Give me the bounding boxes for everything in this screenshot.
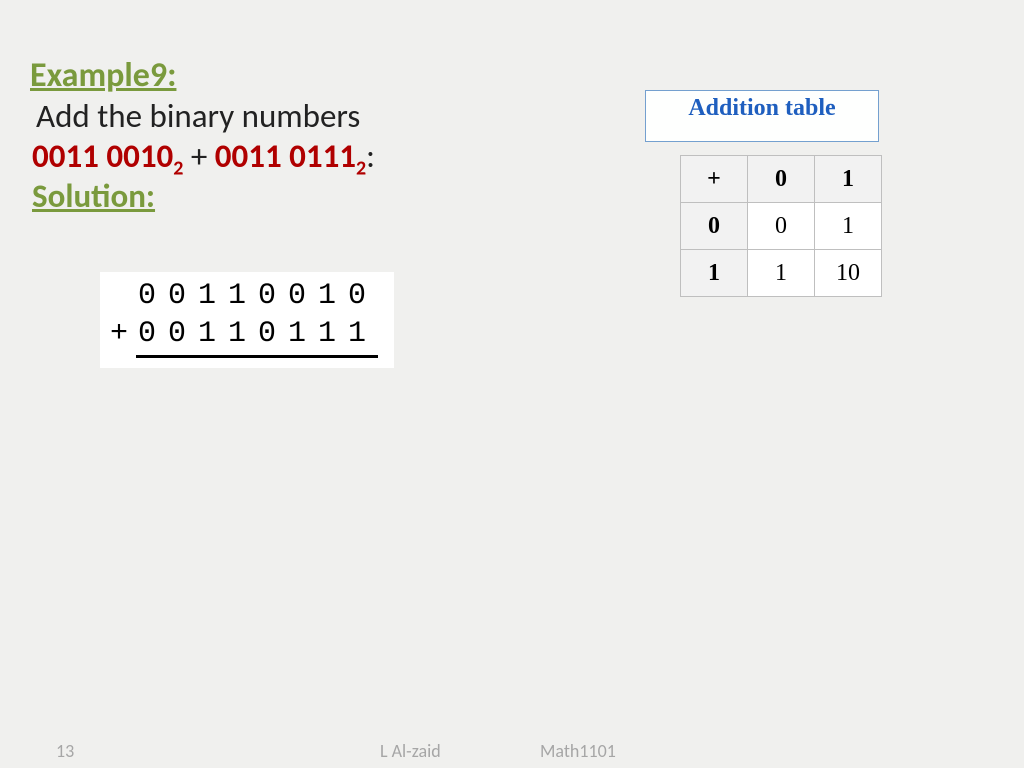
addtable-row1-header: 1 — [681, 250, 748, 297]
operand2: 0011 0111 — [215, 136, 356, 176]
solution-label: Solution: — [32, 176, 155, 216]
addition-table: + 0 1 0 0 1 1 1 10 — [680, 155, 882, 297]
example-heading: Example9: — [30, 55, 176, 96]
addend-row-2: +00110111 — [110, 316, 378, 354]
addtable-row0-header: 0 — [681, 203, 748, 250]
prompt-text: Add the binary numbers — [36, 96, 360, 136]
addtable-col1: 1 — [815, 156, 882, 203]
operand1-base: 2 — [173, 157, 183, 181]
addtable-col0: 0 — [748, 156, 815, 203]
addtable-cell-01: 1 — [815, 203, 882, 250]
sum-rule — [136, 355, 378, 358]
expr-colon: : — [366, 136, 375, 176]
operand2-base: 2 — [356, 157, 366, 181]
author-name: L Al-zaid — [380, 740, 441, 762]
addition-table-title: Addition table — [645, 90, 879, 142]
page-number: 13 — [56, 740, 74, 762]
addtable-cell-11: 10 — [815, 250, 882, 297]
addend-row-1: 00110010 — [110, 278, 378, 316]
worked-addition: 00110010 +00110111 — [100, 272, 394, 368]
addtable-corner: + — [681, 156, 748, 203]
addtable-cell-00: 0 — [748, 203, 815, 250]
operand1: 0011 0010 — [32, 136, 173, 176]
addtable-cell-10: 1 — [748, 250, 815, 297]
course-code: Math1101 — [540, 740, 616, 762]
expression: 0011 00102 + 0011 01112: — [32, 136, 375, 181]
slide: Example9: Add the binary numbers 0011 00… — [0, 0, 1024, 768]
plus-sign: + — [183, 136, 214, 176]
